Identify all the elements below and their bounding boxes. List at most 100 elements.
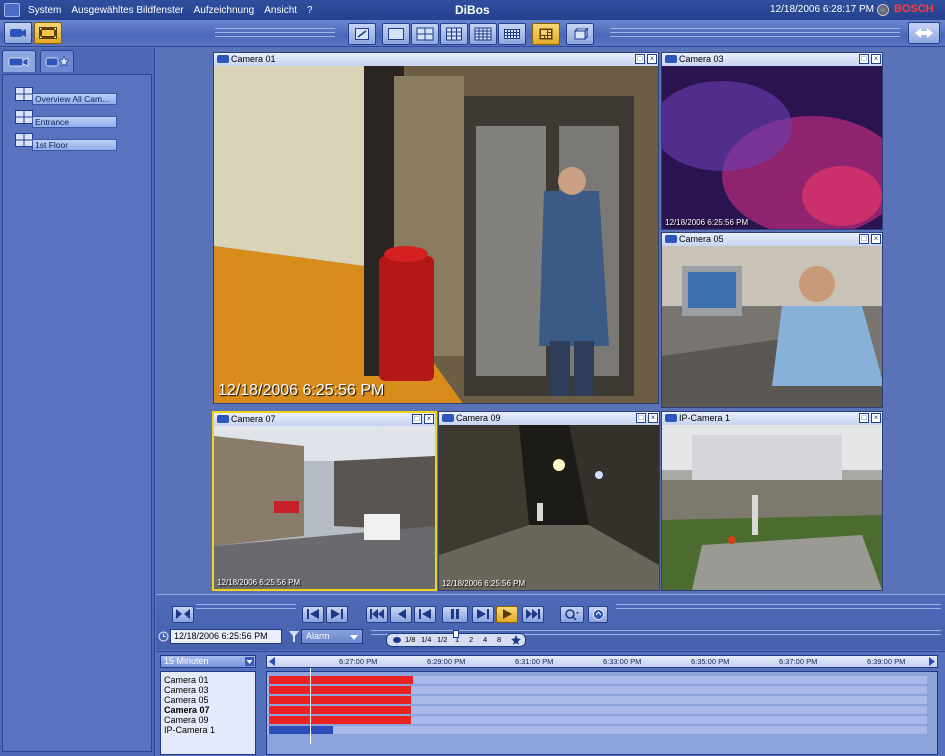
toggle-timeline-button[interactable] — [172, 606, 194, 623]
menu-system[interactable]: System — [23, 5, 66, 16]
video-pane-camera-09[interactable]: Camera 09 □ × 12/18/2006 6:25:56 PM — [438, 411, 660, 591]
time-tick: 6:31:00 PM — [515, 657, 554, 666]
system-clock: 12/18/2006 6:28:17 PM — [770, 4, 874, 15]
scroll-left-icon[interactable] — [268, 657, 276, 666]
minimize-panel-button[interactable] — [908, 22, 940, 44]
step-back-button[interactable] — [390, 606, 412, 623]
play-button[interactable] — [496, 606, 518, 623]
tree-item-overview[interactable]: Overview All Cam... — [15, 87, 117, 107]
slow-turtle-icon — [393, 637, 401, 643]
timeline-range-select[interactable]: 15 Minuten — [160, 655, 256, 668]
recording-bar[interactable] — [269, 716, 411, 724]
recording-bar[interactable] — [269, 686, 411, 694]
recording-bar[interactable] — [269, 706, 411, 714]
close-icon[interactable]: × — [871, 54, 881, 64]
fast-rewind-icon — [370, 609, 384, 619]
maximize-icon[interactable]: □ — [635, 54, 645, 64]
reverse-play-button[interactable] — [414, 606, 436, 623]
timeline-camera-name: IP-Camera 1 — [164, 725, 216, 735]
recording-bar[interactable] — [269, 726, 333, 734]
export-icon — [592, 609, 604, 620]
maximize-icon[interactable]: □ — [859, 413, 869, 423]
step-forward-button[interactable] — [472, 606, 494, 623]
prev-segment-button[interactable] — [302, 606, 324, 623]
pane-title: Camera 01 — [231, 54, 276, 64]
reverse-icon — [419, 609, 431, 619]
filter-value: Alarm — [306, 631, 330, 641]
scroll-right-icon[interactable] — [928, 657, 936, 666]
filter-icon — [289, 631, 299, 642]
grid-5x5-icon — [504, 29, 520, 39]
pane-title: Camera 05 — [679, 234, 724, 244]
playback-controls: 12/18/2006 6:25:56 PM Alarm 1/8 1/4 1/2 … — [156, 594, 945, 650]
menu-selected-window[interactable]: Ausgewähltes Bildfenster — [66, 5, 188, 16]
tree-item-label: Entrance — [32, 116, 117, 128]
playback-cursor[interactable] — [310, 668, 311, 744]
camera-icon — [442, 414, 454, 422]
video-pane-camera-03[interactable]: Camera 03 □ × 12/18/2006 6:25:56 PM — [661, 52, 883, 230]
menu-bar: System Ausgewähltes Bildfenster Aufzeich… — [0, 0, 945, 20]
layout-3x3-button[interactable] — [440, 23, 468, 45]
chevron-down-icon — [245, 657, 254, 666]
close-icon[interactable]: × — [871, 234, 881, 244]
layout-1x1-button[interactable] — [382, 23, 410, 45]
menu-help[interactable]: ? — [302, 5, 318, 16]
video-pane-ip-camera-1[interactable]: IP-Camera 1 □ × — [661, 411, 883, 591]
video-pane-camera-07[interactable]: Camera 07 □ × 12/18/2006 6:25:56 PM — [212, 411, 437, 591]
pause-icon — [451, 609, 459, 619]
cameras-tab[interactable] — [2, 50, 36, 72]
clock-icon — [158, 631, 169, 642]
recording-bar[interactable] — [269, 676, 413, 684]
timeline-ruler[interactable]: 6:27:00 PM 6:29:00 PM 6:31:00 PM 6:33:00… — [266, 655, 938, 668]
playback-speed-slider[interactable]: 1/8 1/4 1/2 1 2 4 8 — [386, 630, 526, 647]
close-icon[interactable]: × — [648, 413, 658, 423]
fullscreen-button[interactable] — [348, 23, 376, 45]
video-feed: 12/18/2006 6:25:56 PM — [214, 426, 435, 589]
close-icon[interactable]: × — [871, 413, 881, 423]
tree-item-1st-floor[interactable]: 1st Floor — [15, 133, 117, 153]
pane-title: Camera 09 — [456, 413, 501, 423]
video-pane-camera-01[interactable]: Camera 01 □ × 12/18/2006 6:25:56 PM — [213, 52, 659, 404]
jump-start-button[interactable] — [366, 606, 388, 623]
playback-mode-button[interactable] — [34, 22, 62, 44]
tree-item-entrance[interactable]: Entrance — [15, 110, 117, 130]
favorites-tab[interactable] — [40, 50, 74, 72]
layout-custom-button[interactable] — [532, 23, 560, 45]
live-mode-button[interactable] — [4, 22, 32, 44]
maximize-icon[interactable]: □ — [859, 54, 869, 64]
close-icon[interactable]: × — [647, 54, 657, 64]
time-tick: 6:29:00 PM — [427, 657, 466, 666]
maximize-icon[interactable]: □ — [859, 234, 869, 244]
timeline-tracks[interactable] — [266, 668, 938, 755]
magnifier-icon — [565, 609, 579, 621]
pause-button[interactable] — [442, 606, 468, 623]
video-timestamp: 12/18/2006 6:25:56 PM — [442, 579, 526, 588]
menu-recording[interactable]: Aufzeichnung — [189, 5, 260, 16]
video-timestamp: 12/18/2006 6:25:56 PM — [217, 578, 301, 587]
video-pane-camera-05[interactable]: Camera 05 □ × — [661, 232, 883, 408]
next-segment-button[interactable] — [326, 606, 348, 623]
zoom-button[interactable] — [560, 606, 584, 623]
layout-4x4-button[interactable] — [469, 23, 497, 45]
speed-label: 1/4 — [421, 635, 432, 644]
fast-rabbit-icon — [511, 635, 521, 645]
menu-view[interactable]: Ansicht — [259, 5, 302, 16]
export-button[interactable] — [588, 606, 608, 623]
layout-2x2-button[interactable] — [411, 23, 439, 45]
layout-3d-button[interactable] — [566, 23, 594, 45]
step-forward-icon — [477, 609, 489, 619]
playback-date-input[interactable]: 12/18/2006 6:25:56 PM — [170, 629, 282, 644]
speed-slider-thumb[interactable] — [453, 630, 459, 638]
recording-bar[interactable] — [269, 696, 411, 704]
app-icon[interactable] — [4, 3, 20, 17]
play-icon — [503, 609, 512, 619]
event-filter-select[interactable]: Alarm — [301, 629, 363, 644]
maximize-icon[interactable]: □ — [412, 414, 422, 424]
close-icon[interactable]: × — [424, 414, 434, 424]
time-tick: 6:37:00 PM — [779, 657, 818, 666]
maximize-icon[interactable]: □ — [636, 413, 646, 423]
jump-end-button[interactable] — [522, 606, 544, 623]
layout-5x5-button[interactable] — [498, 23, 526, 45]
network-globe-icon — [877, 4, 889, 16]
video-image — [214, 426, 435, 589]
